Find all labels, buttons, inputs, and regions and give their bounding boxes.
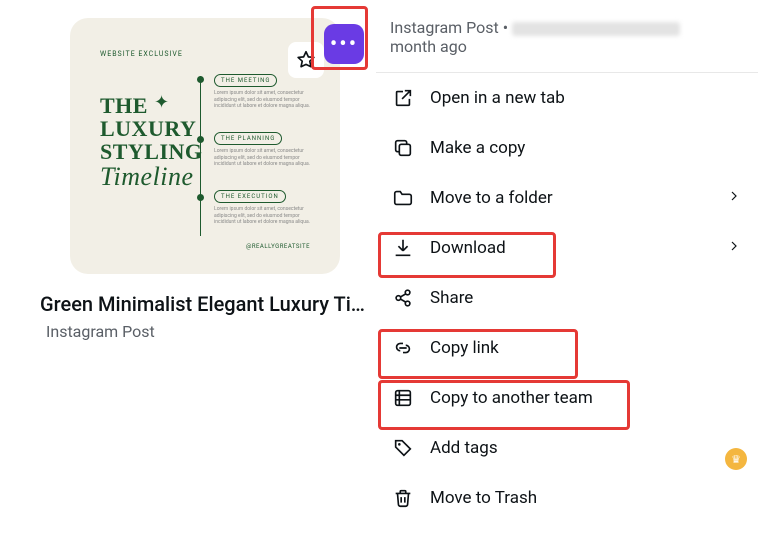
- menu-open-new-tab[interactable]: Open in a new tab: [376, 73, 758, 123]
- menu-label: Share: [430, 288, 473, 308]
- trash-icon: [392, 487, 414, 509]
- context-menu: Open in a new tab Make a copy Move to a …: [376, 72, 758, 523]
- timeline-blurb: Lorem ipsum dolor sit amet, consectetur …: [214, 206, 314, 226]
- timeline-dot: [197, 76, 204, 83]
- team-icon: [392, 387, 414, 409]
- timeline-step: THE PLANNING: [214, 132, 282, 145]
- link-icon: [392, 337, 414, 359]
- thumb-top-label: WEBSITE EXCLUSIVE: [100, 50, 183, 58]
- thumb-heading: THE LUXURY STYLING Timeline: [100, 94, 203, 191]
- copy-icon: [392, 137, 414, 159]
- menu-label: Open in a new tab: [430, 88, 565, 108]
- menu-add-tags[interactable]: Add tags: [376, 423, 758, 473]
- design-title: Green Minimalist Elegant Luxury Tim…: [40, 292, 370, 316]
- menu-download[interactable]: Download: [376, 223, 758, 273]
- star-button[interactable]: [288, 42, 324, 78]
- star-icon: [295, 49, 317, 71]
- timeline-dot: [197, 194, 204, 201]
- menu-label: Copy link: [430, 338, 499, 358]
- more-options-button[interactable]: •••: [324, 24, 364, 64]
- menu-make-copy[interactable]: Make a copy: [376, 123, 758, 173]
- timeline-blurb: Lorem ipsum dolor sit amet, consectetur …: [214, 90, 314, 110]
- open-external-icon: [392, 87, 414, 109]
- thumb-handle: @REALLYGREATSITE: [246, 243, 310, 250]
- menu-move-trash[interactable]: Move to Trash: [376, 473, 758, 523]
- timeline-step: THE MEETING: [214, 74, 277, 87]
- chevron-right-icon: [726, 238, 742, 259]
- menu-label: Move to Trash: [430, 488, 537, 508]
- design-card[interactable]: WEBSITE EXCLUSIVE ✦ THE LUXURY STYLING T…: [40, 18, 370, 341]
- tag-icon: [392, 437, 414, 459]
- timeline-line: [200, 76, 201, 236]
- menu-copy-link[interactable]: Copy link: [376, 323, 758, 373]
- menu-label: Download: [430, 238, 506, 258]
- menu-move-folder[interactable]: Move to a folder: [376, 173, 758, 223]
- download-icon: [392, 237, 414, 259]
- folder-icon: [392, 187, 414, 209]
- chevron-right-icon: [726, 188, 742, 209]
- design-thumbnail[interactable]: WEBSITE EXCLUSIVE ✦ THE LUXURY STYLING T…: [70, 18, 340, 274]
- ellipsis-icon: •••: [330, 32, 358, 57]
- menu-share[interactable]: Share: [376, 273, 758, 323]
- menu-label: Add tags: [430, 438, 498, 458]
- panel-meta: Instagram Post • month ago: [390, 18, 730, 56]
- redacted-text: [512, 22, 680, 36]
- menu-copy-team[interactable]: Copy to another team: [376, 373, 758, 423]
- timeline-step: THE EXECUTION: [214, 190, 286, 203]
- timeline-dot: [197, 136, 204, 143]
- timeline-blurb: Lorem ipsum dolor sit amet, consectetur …: [214, 148, 314, 168]
- menu-label: Make a copy: [430, 138, 525, 158]
- menu-label: Copy to another team: [430, 388, 593, 408]
- share-icon: [392, 287, 414, 309]
- crown-badge-icon: ♛: [725, 448, 747, 470]
- menu-label: Move to a folder: [430, 188, 553, 208]
- design-subtitle: Instagram Post: [46, 322, 370, 341]
